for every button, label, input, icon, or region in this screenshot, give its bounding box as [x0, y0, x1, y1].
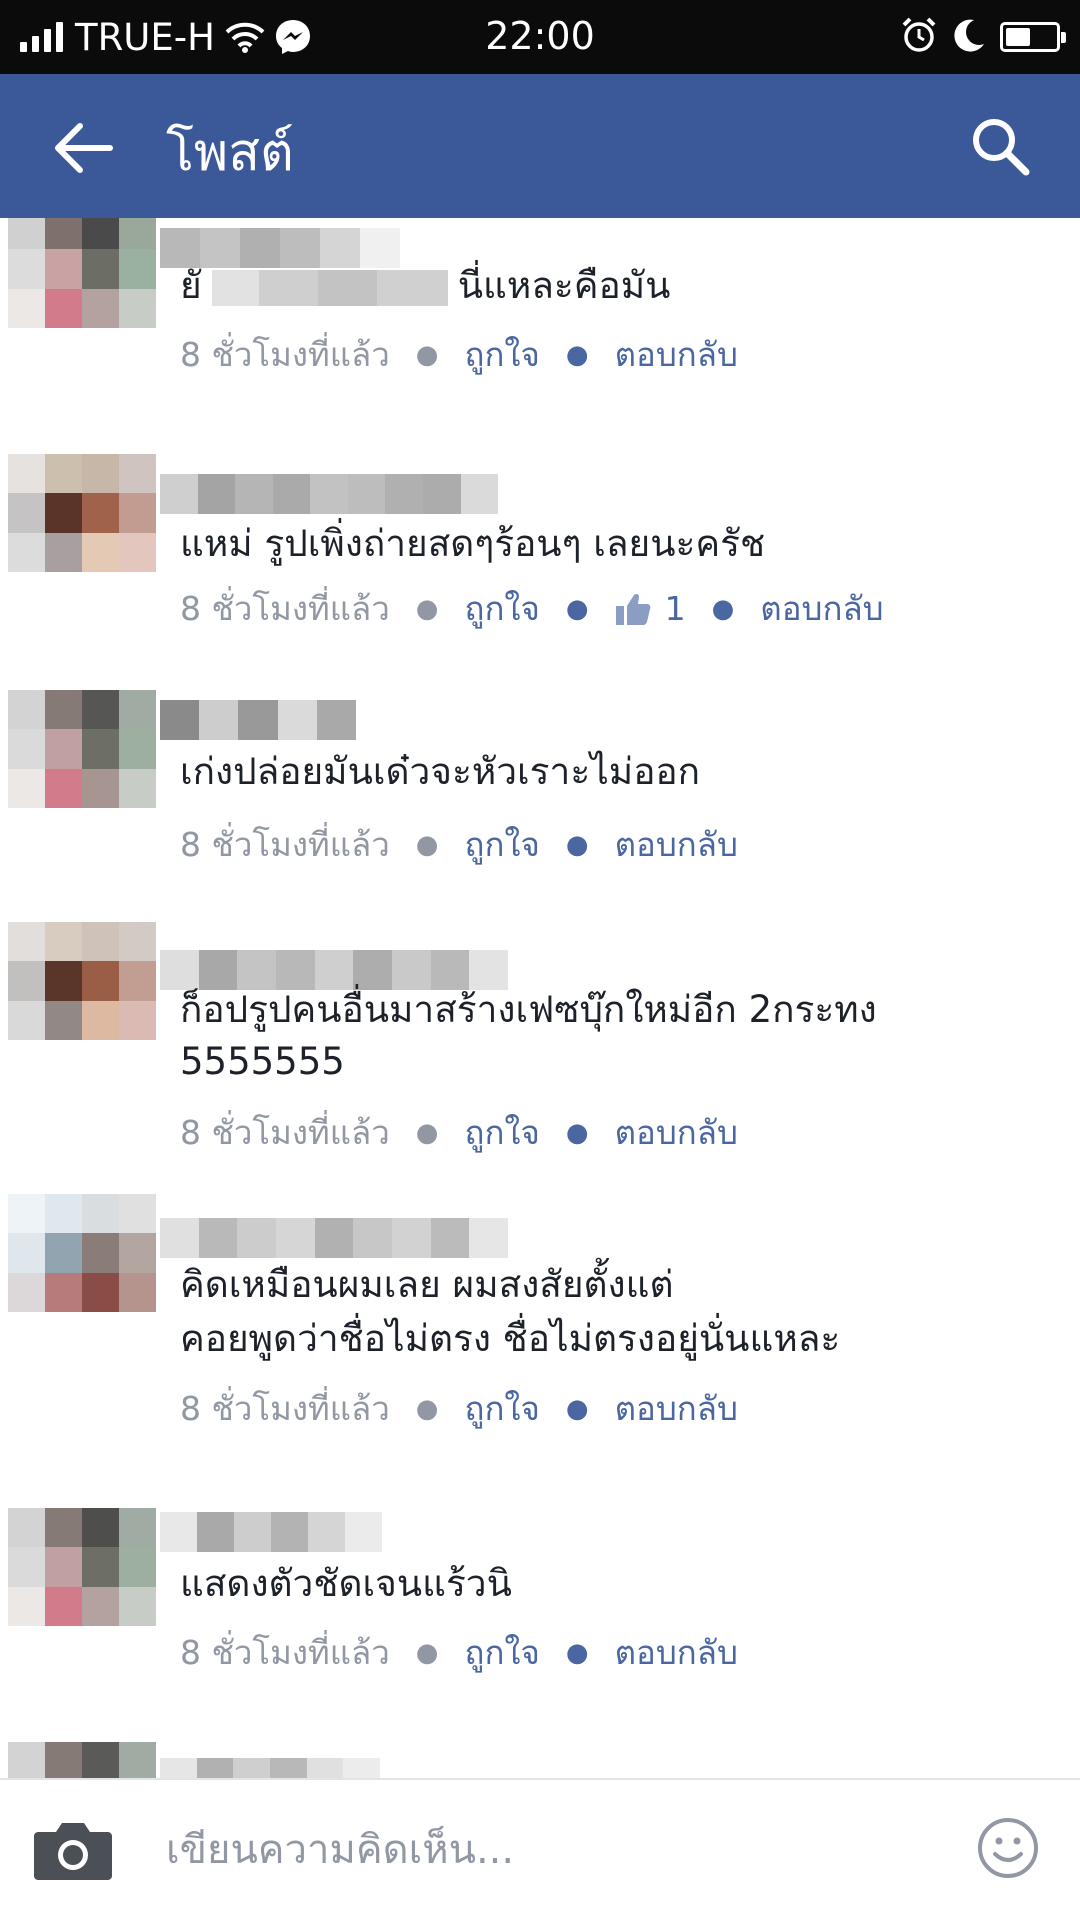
- separator-dot: ●: [415, 829, 439, 860]
- moon-icon: [952, 17, 986, 57]
- comment-meta: 8 ชั่วโมงที่แล้ว ● ถูกใจ ● 1 ● ตอบกลับ: [180, 582, 884, 635]
- separator-dot: ●: [415, 593, 439, 624]
- separator-dot: ●: [415, 1637, 439, 1668]
- comment-item: ยั นี่แหละคือมัน 8 ชั่วโมงที่แล้ว ● ถูกใจ…: [0, 218, 1080, 430]
- like-count[interactable]: 1: [615, 589, 686, 628]
- separator-dot: ●: [565, 1117, 589, 1148]
- reply-button[interactable]: ตอบกลับ: [615, 818, 738, 871]
- avatar[interactable]: [8, 690, 156, 808]
- alarm-clock-icon: [900, 16, 938, 58]
- comment-text-line: คอยพูดว่าชื่อไม่ตรง ชื่อไม่ตรงอยู่นั่นแห…: [180, 1317, 841, 1360]
- separator-dot: ●: [565, 1393, 589, 1424]
- comment-time[interactable]: 8 ชั่วโมงที่แล้ว: [180, 1106, 390, 1159]
- search-button[interactable]: [970, 116, 1032, 178]
- reply-button[interactable]: ตอบกลับ: [615, 1382, 738, 1435]
- comment-text: ก็อปรูปคนอื่นมาสร้างเฟซบุ๊กใหม่อีก 2กระท…: [180, 984, 877, 1088]
- author-name[interactable]: [160, 1512, 382, 1552]
- comment-item: [0, 1742, 1080, 1778]
- arrow-left-icon: [55, 123, 113, 173]
- separator-dot: ●: [415, 1117, 439, 1148]
- redacted-mention: [211, 269, 448, 306]
- avatar[interactable]: [8, 1194, 156, 1312]
- comment-input[interactable]: [166, 1810, 946, 1890]
- reply-button[interactable]: ตอบกลับ: [615, 1626, 738, 1679]
- comment-text-prefix: ยั: [180, 264, 202, 307]
- reply-button[interactable]: ตอบกลับ: [615, 1106, 738, 1159]
- back-button[interactable]: [52, 118, 116, 178]
- like-button[interactable]: ถูกใจ: [464, 582, 539, 635]
- avatar[interactable]: [8, 218, 156, 328]
- author-name[interactable]: [160, 700, 357, 740]
- author-name[interactable]: [160, 474, 499, 514]
- comment-composer: [0, 1778, 1080, 1920]
- avatar[interactable]: [8, 454, 156, 572]
- comment-time[interactable]: 8 ชั่วโมงที่แล้ว: [180, 328, 390, 381]
- comment-meta: 8 ชั่วโมงที่แล้ว ● ถูกใจ ● ตอบกลับ: [180, 1626, 738, 1679]
- like-button[interactable]: ถูกใจ: [464, 818, 539, 871]
- like-count-value: 1: [664, 589, 686, 628]
- avatar[interactable]: [8, 922, 156, 1040]
- comment-text-line: ก็อปรูปคนอื่นมาสร้างเฟซบุ๊กใหม่อีก 2กระท…: [180, 988, 877, 1031]
- thumbs-up-icon: [615, 593, 650, 625]
- comment-item: แหม่ รูปเพิ่งถ่ายสดๆร้อนๆ เลยนะครัช 8 ชั…: [0, 454, 1080, 654]
- camera-icon: [34, 1823, 112, 1880]
- comment-meta: 8 ชั่วโมงที่แล้ว ● ถูกใจ ● ตอบกลับ: [180, 328, 738, 381]
- like-button[interactable]: ถูกใจ: [464, 1382, 539, 1435]
- camera-button[interactable]: [34, 1820, 112, 1880]
- comment-text: ยั นี่แหละคือมัน: [180, 260, 670, 312]
- author-name[interactable]: [160, 1218, 509, 1258]
- app-bar: โพสต์: [0, 74, 1080, 218]
- comment-item: เก่งปล่อยมันเด๋วจะหัวเราะไม่ออก 8 ชั่วโม…: [0, 690, 1080, 890]
- comment-item: คิดเหมือนผมเลย ผมสงสัยตั้งแต่ คอยพูดว่าช…: [0, 1194, 1080, 1444]
- comment-time[interactable]: 8 ชั่วโมงที่แล้ว: [180, 1382, 390, 1435]
- comment-text-body: นี่แหละคือมัน: [457, 264, 671, 307]
- separator-dot: ●: [565, 339, 589, 370]
- search-icon: [973, 119, 1030, 176]
- reply-button[interactable]: ตอบกลับ: [760, 582, 883, 635]
- emoji-button[interactable]: [976, 1816, 1040, 1880]
- comment-text-line: คิดเหมือนผมเลย ผมสงสัยตั้งแต่: [180, 1263, 674, 1306]
- comment-time[interactable]: 8 ชั่วโมงที่แล้ว: [180, 1626, 390, 1679]
- comment-item: ก็อปรูปคนอื่นมาสร้างเฟซบุ๊กใหม่อีก 2กระท…: [0, 922, 1080, 1182]
- page-title: โพสต์: [166, 123, 294, 183]
- comment-text: คิดเหมือนผมเลย ผมสงสัยตั้งแต่ คอยพูดว่าช…: [180, 1258, 840, 1366]
- comment-text: แสดงตัวชัดเจนแร้วนิ: [180, 1562, 512, 1605]
- comment-text: เก่งปล่อยมันเด๋วจะหัวเราะไม่ออก: [180, 750, 701, 793]
- separator-dot: ●: [565, 593, 589, 624]
- comment-text-line: 5555555: [180, 1040, 345, 1083]
- separator-dot: ●: [415, 339, 439, 370]
- avatar[interactable]: [8, 1742, 156, 1778]
- author-name[interactable]: [160, 1758, 381, 1778]
- battery-level: [1006, 28, 1030, 46]
- like-button[interactable]: ถูกใจ: [464, 1626, 539, 1679]
- separator-dot: ●: [565, 829, 589, 860]
- separator-dot: ●: [711, 593, 735, 624]
- comment-meta: 8 ชั่วโมงที่แล้ว ● ถูกใจ ● ตอบกลับ: [180, 1382, 738, 1435]
- reply-button[interactable]: ตอบกลับ: [615, 328, 738, 381]
- like-button[interactable]: ถูกใจ: [464, 1106, 539, 1159]
- comment-item: แสดงตัวชัดเจนแร้วนิ 8 ชั่วโมงที่แล้ว ● ถ…: [0, 1508, 1080, 1708]
- comment-meta: 8 ชั่วโมงที่แล้ว ● ถูกใจ ● ตอบกลับ: [180, 818, 738, 871]
- status-right: [900, 16, 1066, 58]
- status-bar: TRUE-H 22:00: [0, 0, 1080, 74]
- comment-time[interactable]: 8 ชั่วโมงที่แล้ว: [180, 582, 390, 635]
- separator-dot: ●: [415, 1393, 439, 1424]
- smiley-icon: [978, 1818, 1038, 1878]
- avatar[interactable]: [8, 1508, 156, 1626]
- comment-list[interactable]: ยั นี่แหละคือมัน 8 ชั่วโมงที่แล้ว ● ถูกใจ…: [0, 218, 1080, 1778]
- separator-dot: ●: [565, 1637, 589, 1668]
- comment-text: แหม่ รูปเพิ่งถ่ายสดๆร้อนๆ เลยนะครัช: [180, 522, 766, 565]
- like-button[interactable]: ถูกใจ: [464, 328, 539, 381]
- comment-time[interactable]: 8 ชั่วโมงที่แล้ว: [180, 818, 390, 871]
- battery-icon: [1000, 22, 1066, 52]
- comment-meta: 8 ชั่วโมงที่แล้ว ● ถูกใจ ● ตอบกลับ: [180, 1106, 738, 1159]
